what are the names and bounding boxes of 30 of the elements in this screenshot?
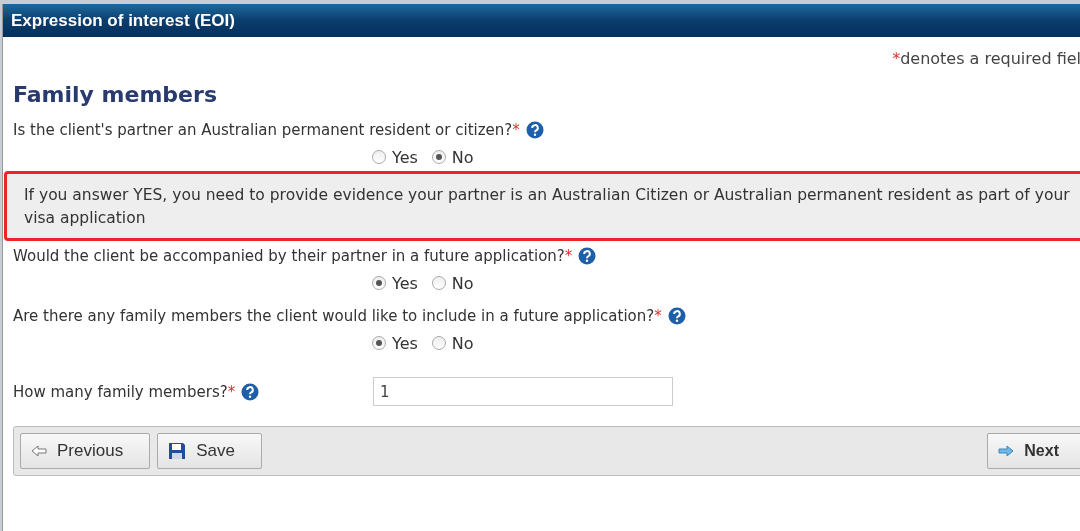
- arrow-left-icon: [31, 445, 47, 457]
- question-label: Is the client's partner an Australian permanent resident or citizen?*: [13, 121, 520, 139]
- question-label: Are there any family members the client would like to include in a future application?*: [13, 307, 662, 325]
- radio-label: No: [451, 333, 474, 353]
- section-heading: Family members: [13, 82, 218, 107]
- save-button[interactable]: Save: [157, 433, 262, 469]
- window-title: Expression of interest (EOI): [3, 4, 1080, 37]
- previous-button[interactable]: Previous: [20, 433, 151, 469]
- radio-label: Yes: [392, 147, 418, 167]
- radio-button[interactable]: [372, 276, 386, 290]
- radio-label: No: [451, 147, 474, 167]
- radio-button[interactable]: [431, 336, 446, 350]
- radio-label: Yes: [392, 273, 418, 293]
- help-icon[interactable]: [667, 307, 686, 325]
- help-icon[interactable]: [241, 382, 260, 401]
- arrow-right-icon: [998, 445, 1015, 457]
- radio-button[interactable]: [372, 150, 386, 164]
- radio-button[interactable]: [431, 276, 446, 290]
- help-icon[interactable]: [578, 247, 597, 265]
- radio-label: No: [451, 273, 474, 293]
- required-note: *denotes a required fiel: [891, 49, 1080, 68]
- radio-button[interactable]: [372, 336, 386, 350]
- radio-button[interactable]: [431, 150, 446, 164]
- input-field[interactable]: 1: [373, 377, 673, 406]
- next-button[interactable]: Next: [987, 433, 1080, 469]
- question-label: Would the client be accompanied by their partner in a future application?*: [13, 247, 573, 265]
- question-label: How many family members?*: [13, 382, 236, 401]
- help-icon[interactable]: [525, 121, 544, 139]
- info-notice: If you answer YES, you need to provide evidence your partner is an Australian Citizen or Australian permanent resident as part of your visa application: [4, 171, 1080, 241]
- radio-label: Yes: [392, 333, 418, 353]
